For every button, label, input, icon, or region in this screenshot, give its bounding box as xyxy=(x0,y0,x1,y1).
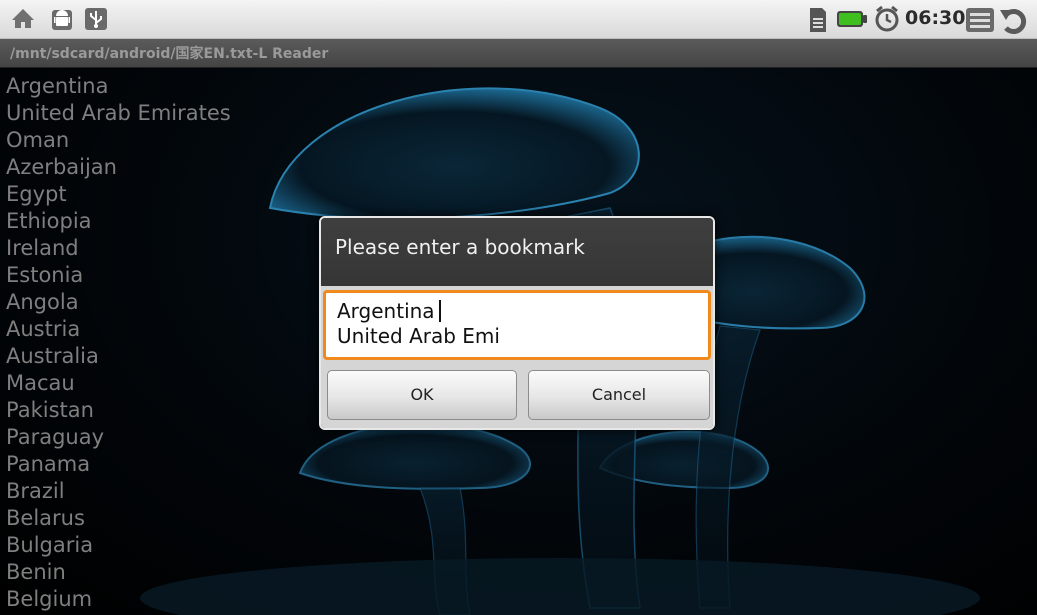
list-item[interactable]: Belgium xyxy=(6,586,231,613)
ok-button[interactable]: OK xyxy=(327,370,517,420)
input-line-text: United Arab Emi xyxy=(337,324,500,348)
status-time: 06:30 xyxy=(905,7,966,29)
file-path-title: /mnt/sdcard/android/国家EN.txt-L Reader xyxy=(10,46,329,62)
input-line: Argentina xyxy=(337,299,708,324)
list-item[interactable]: United Arab Emirates xyxy=(6,100,231,127)
bookmark-input[interactable]: Argentina United Arab Emi xyxy=(323,290,711,360)
home-icon xyxy=(10,6,36,34)
android-debug-icon xyxy=(50,6,74,36)
input-line-text: Argentina xyxy=(337,299,435,323)
list-item[interactable]: Argentina xyxy=(6,73,231,100)
list-item[interactable]: Paraguay xyxy=(6,424,231,451)
dialog-header: Please enter a bookmark xyxy=(321,218,713,286)
list-item[interactable]: Benin xyxy=(6,559,231,586)
list-item[interactable]: Oman xyxy=(6,127,231,154)
list-item[interactable]: Macau xyxy=(6,370,231,397)
battery-icon xyxy=(836,10,868,32)
status-bar: 06:30 xyxy=(0,0,1037,39)
list-item[interactable]: Australia xyxy=(6,343,231,370)
list-item[interactable]: Estonia xyxy=(6,262,231,289)
title-bar: /mnt/sdcard/android/国家EN.txt-L Reader xyxy=(0,39,1037,68)
sdcard-icon xyxy=(808,6,828,38)
list-item[interactable]: Belarus xyxy=(6,505,231,532)
bookmark-dialog: Please enter a bookmark Argentina United… xyxy=(319,216,715,430)
list-item[interactable]: Austria xyxy=(6,316,231,343)
list-item[interactable]: Azerbaijan xyxy=(6,154,231,181)
menu-icon[interactable] xyxy=(965,6,995,38)
text-cursor xyxy=(438,300,441,322)
cancel-button[interactable]: Cancel xyxy=(528,370,710,420)
dialog-body: Argentina United Arab Emi OK Cancel xyxy=(321,286,713,428)
list-item[interactable]: Pakistan xyxy=(6,397,231,424)
list-item[interactable]: Brazil xyxy=(6,478,231,505)
list-item[interactable]: Ethiopia xyxy=(6,208,231,235)
list-item[interactable]: Bulgaria xyxy=(6,532,231,559)
list-item[interactable]: Egypt xyxy=(6,181,231,208)
country-list: Argentina United Arab Emirates Oman Azer… xyxy=(6,73,231,613)
alarm-icon xyxy=(874,5,900,37)
list-item[interactable]: Ireland xyxy=(6,235,231,262)
input-line: United Arab Emi xyxy=(337,324,708,349)
list-item[interactable]: Angola xyxy=(6,289,231,316)
list-item[interactable]: Panama xyxy=(6,451,231,478)
usb-icon xyxy=(84,6,108,36)
dialog-title: Please enter a bookmark xyxy=(335,235,585,259)
screen: 06:30 /mnt/sdcard/android/国家EN.txt-L Rea… xyxy=(0,0,1037,615)
back-icon[interactable] xyxy=(998,4,1030,40)
